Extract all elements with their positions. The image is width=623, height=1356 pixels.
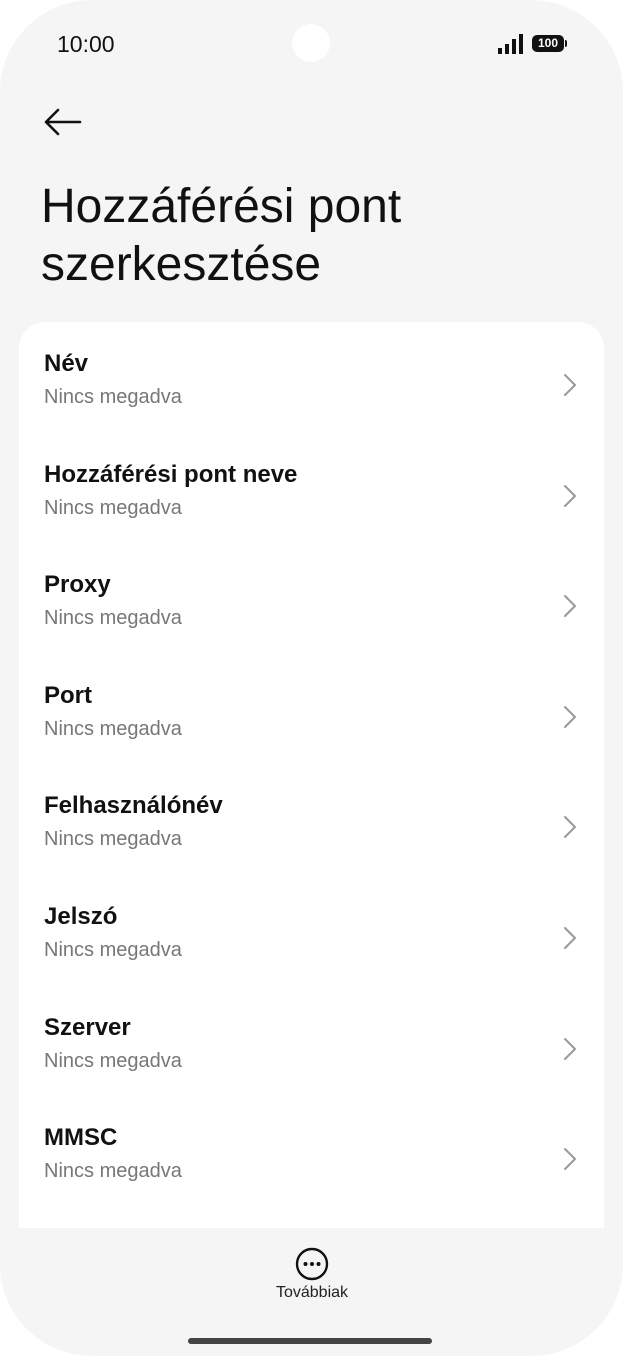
chevron-right-icon (564, 705, 576, 728)
item-title: Név (44, 350, 89, 377)
more-label: Továbbiak (275, 1284, 349, 1301)
more-button[interactable]: Továbbiak (262, 1246, 362, 1310)
status-time: 10:00 (57, 31, 115, 57)
item-value: Nincs megadva (44, 1160, 182, 1183)
item-value: Nincs megadva (44, 607, 182, 630)
item-title: Jelszó (44, 902, 118, 930)
phone-screen: 10:00 100 Hozzáférési pont szerkesztése … (0, 0, 623, 1356)
arrow-left-icon (44, 108, 82, 136)
item-value: Nincs megadva (44, 938, 182, 961)
chevron-right-icon (564, 816, 576, 839)
chevron-right-icon (564, 926, 576, 949)
chevron-right-icon (564, 595, 576, 618)
list-item-username[interactable]: Felhasználónév Nincs megadva (19, 772, 604, 883)
item-value: Nincs megadva (44, 386, 182, 408)
bottom-action-bar: Továbbiak (0, 1228, 623, 1356)
apn-settings-list: Név Nincs megadva Hozzáférési pont neve … (19, 322, 604, 1242)
item-value: Nincs megadva (44, 1049, 182, 1072)
item-title: Szerver (44, 1013, 131, 1041)
list-item-name[interactable]: Név Nincs megadva (19, 330, 604, 441)
item-title: Proxy (44, 571, 111, 599)
list-item-password[interactable]: Jelszó Nincs megadva (19, 883, 604, 994)
status-bar: 10:00 100 (0, 0, 623, 90)
list-item-mmsc[interactable]: MMSC Nincs megadva (19, 1104, 604, 1215)
item-title: Hozzáférési pont neve (44, 460, 298, 488)
chevron-right-icon (564, 1148, 576, 1171)
signal-icon (498, 34, 523, 54)
page-title: Hozzáférési pont szerkesztése (41, 180, 402, 291)
item-value: Nincs megadva (44, 717, 182, 740)
list-item-port[interactable]: Port Nincs megadva (19, 662, 604, 773)
chevron-right-icon (564, 374, 576, 396)
item-value: Nincs megadva (44, 496, 182, 519)
list-item-server[interactable]: Szerver Nincs megadva (19, 994, 604, 1105)
home-indicator[interactable] (188, 1338, 432, 1344)
list-item-apn[interactable]: Hozzáférési pont neve Nincs megadva (19, 441, 604, 552)
item-title: MMSC (44, 1124, 118, 1152)
item-title: Felhasználónév (44, 792, 223, 820)
chevron-right-icon (564, 484, 576, 507)
chevron-right-icon (564, 1037, 576, 1060)
battery-icon: 100 (532, 35, 567, 52)
more-dots-icon (295, 1247, 329, 1281)
item-title: Port (44, 681, 92, 709)
back-button[interactable] (40, 102, 88, 142)
list-item-proxy[interactable]: Proxy Nincs megadva (19, 551, 604, 662)
item-value: Nincs megadva (44, 828, 182, 851)
front-camera (292, 24, 330, 62)
